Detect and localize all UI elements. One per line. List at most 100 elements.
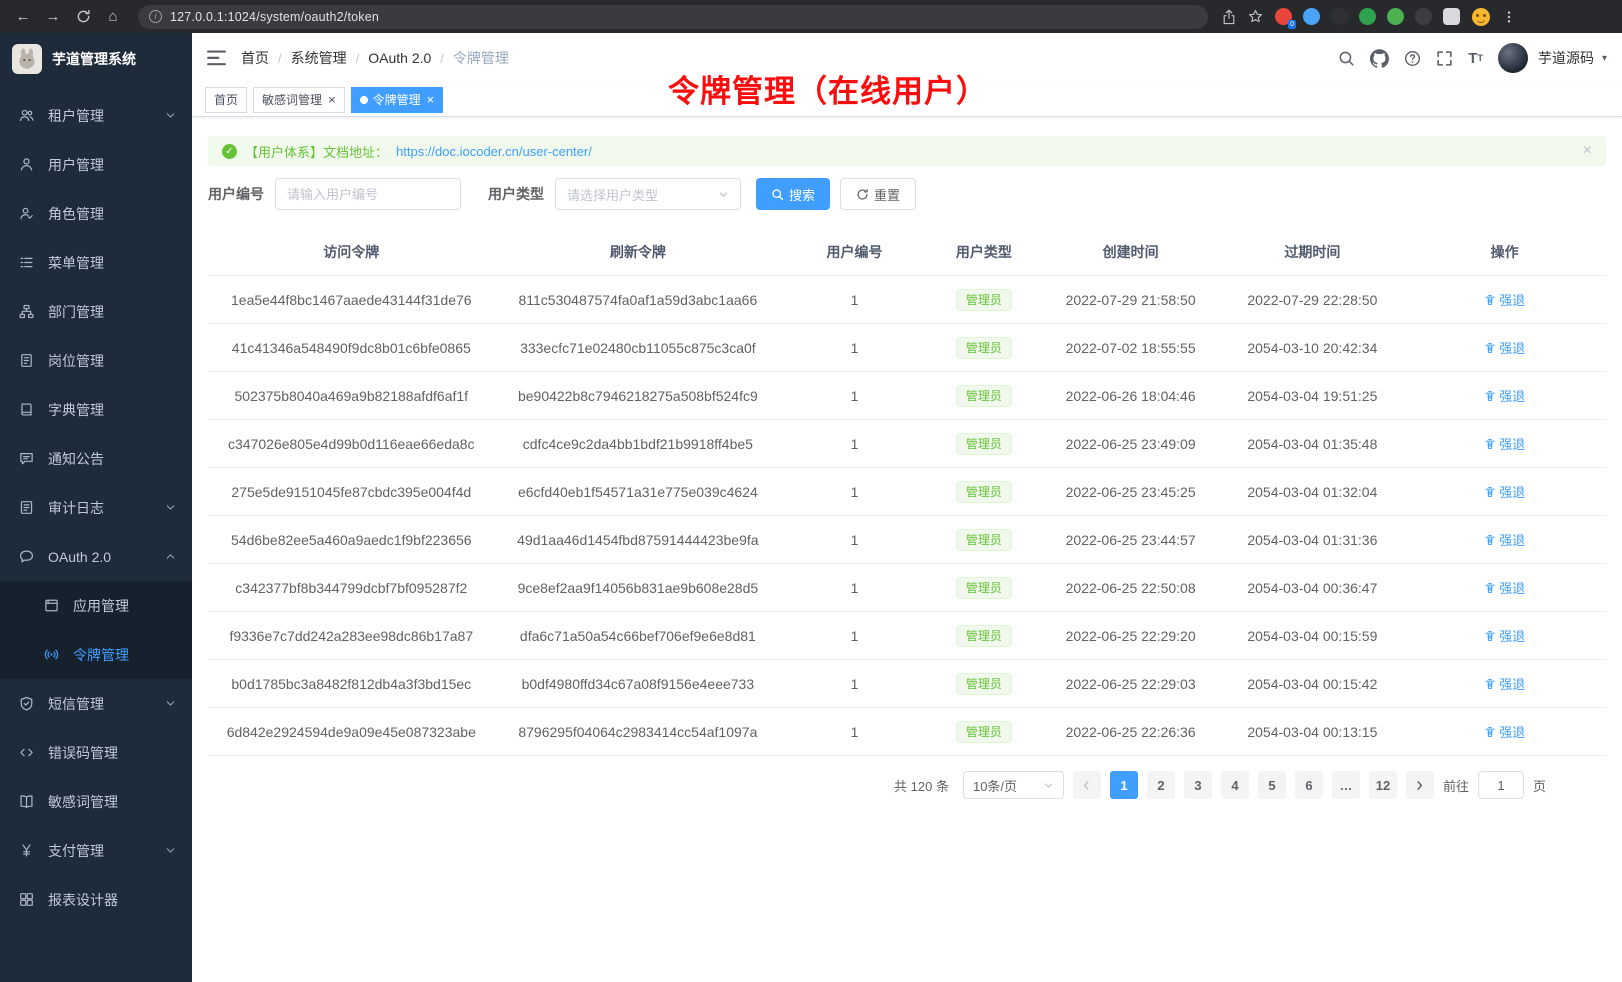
breadcrumb-item[interactable]: OAuth 2.0 <box>368 50 431 66</box>
user-type-select[interactable]: 请选择用户类型 <box>555 178 741 210</box>
extension-icon-paw[interactable] <box>1415 8 1432 25</box>
user-name[interactable]: 芋道源码 <box>1538 48 1594 68</box>
extension-icon-blue-drop[interactable] <box>1303 8 1320 25</box>
browser-extensions: 0 <box>1275 8 1460 25</box>
page-button-1[interactable]: 1 <box>1110 771 1138 799</box>
page-button-6[interactable]: 6 <box>1295 771 1323 799</box>
tab-close-icon[interactable]: × <box>328 93 336 106</box>
cell-user-id: 1 <box>781 532 928 548</box>
extension-icon-dark-circle[interactable] <box>1331 8 1348 25</box>
sidebar-item-notice[interactable]: 通知公告 <box>0 434 192 483</box>
notice-icon <box>19 451 35 467</box>
sidebar-item-pay[interactable]: 支付管理 <box>0 826 192 875</box>
search-icon[interactable] <box>1338 50 1355 67</box>
sidebar-toggle-icon[interactable] <box>207 50 226 66</box>
app-icon <box>44 598 60 614</box>
sidebar-item-tenant[interactable]: 租户管理 <box>0 91 192 140</box>
sidebar-item-label: 报表设计器 <box>48 890 176 910</box>
sidebar-item-audit-log[interactable]: 审计日志 <box>0 483 192 532</box>
reset-button[interactable]: 重置 <box>840 178 916 210</box>
help-icon[interactable] <box>1404 50 1421 67</box>
user-type-badge: 管理员 <box>956 625 1012 647</box>
sidebar-item-label: 角色管理 <box>48 204 176 224</box>
force-logout-button[interactable]: 强退 <box>1484 386 1525 405</box>
browser-profile-avatar[interactable] <box>1472 8 1490 26</box>
sidebar-item-menu[interactable]: 菜单管理 <box>0 238 192 287</box>
font-size-icon[interactable]: TT <box>1468 51 1483 66</box>
force-logout-button[interactable]: 强退 <box>1484 290 1525 309</box>
force-logout-button[interactable]: 强退 <box>1484 482 1525 501</box>
sidebar-item-sensitive-word[interactable]: 敏感词管理 <box>0 777 192 826</box>
cell-actions: 强退 <box>1403 578 1606 597</box>
tab-home[interactable]: 首页 <box>205 87 247 113</box>
chevron-down-icon <box>165 698 176 709</box>
force-logout-button[interactable]: 强退 <box>1484 722 1525 741</box>
extension-icon-panel[interactable] <box>1443 8 1460 25</box>
sidebar-item-role[interactable]: 角色管理 <box>0 189 192 238</box>
extension-icon-puzzle[interactable] <box>1387 8 1404 25</box>
page-button-12[interactable]: 12 <box>1369 771 1397 799</box>
sidebar-item-dept[interactable]: 部门管理 <box>0 287 192 336</box>
force-logout-button[interactable]: 强退 <box>1484 530 1525 549</box>
alert-close-icon[interactable]: × <box>1583 143 1592 159</box>
user-id-input[interactable] <box>275 178 461 210</box>
sidebar-item-label: 敏感词管理 <box>48 792 176 812</box>
bookmark-star-icon[interactable] <box>1248 9 1263 24</box>
user-type-badge: 管理员 <box>956 433 1012 455</box>
table-row: 502375b8040a469a9b82188afdf6af1fbe90422b… <box>208 372 1606 420</box>
sidebar-item-user[interactable]: 用户管理 <box>0 140 192 189</box>
browser-refresh-icon[interactable] <box>70 4 96 30</box>
cell-access-token: b0d1785bc3a8482f812db4a3f3bd15ec <box>208 676 495 692</box>
chevron-down-icon[interactable]: ▾ <box>1602 53 1607 64</box>
page-button-4[interactable]: 4 <box>1221 771 1249 799</box>
share-icon[interactable] <box>1222 9 1236 25</box>
browser-back-icon[interactable]: ← <box>10 4 36 30</box>
sidebar-item-dict[interactable]: 字典管理 <box>0 385 192 434</box>
user-avatar[interactable] <box>1498 43 1528 73</box>
page-button-3[interactable]: 3 <box>1184 771 1212 799</box>
page-size-select[interactable]: 10条/页 <box>963 771 1064 799</box>
cell-actions: 强退 <box>1403 674 1606 693</box>
sidebar-item-report-designer[interactable]: 报表设计器 <box>0 875 192 924</box>
sidebar-item-post[interactable]: 岗位管理 <box>0 336 192 385</box>
force-logout-button[interactable]: 强退 <box>1484 578 1525 597</box>
force-logout-button[interactable]: 强退 <box>1484 434 1525 453</box>
extension-icon-red[interactable]: 0 <box>1275 8 1292 25</box>
search-button[interactable]: 搜索 <box>756 178 830 210</box>
goto-page-input[interactable] <box>1478 771 1524 799</box>
tab-oauth2-token[interactable]: 令牌管理× <box>351 87 444 113</box>
browser-home-icon[interactable]: ⌂ <box>100 4 126 30</box>
sidebar-item-sms[interactable]: 短信管理 <box>0 679 192 728</box>
fullscreen-icon[interactable] <box>1436 50 1453 67</box>
cell-refresh-token: dfa6c71a50a54c66bef706ef9e6e8d81 <box>495 628 782 644</box>
sidebar-item-oauth2-token[interactable]: 令牌管理 <box>0 630 192 679</box>
browser-menu-icon[interactable] <box>1502 10 1516 24</box>
cell-user-id: 1 <box>781 388 928 404</box>
sidebar-item-error-code[interactable]: 错误码管理 <box>0 728 192 777</box>
next-page-button[interactable] <box>1406 771 1434 799</box>
force-logout-button[interactable]: 强退 <box>1484 338 1525 357</box>
cell-user-id: 1 <box>781 676 928 692</box>
force-logout-button[interactable]: 强退 <box>1484 674 1525 693</box>
prev-page-button[interactable] <box>1073 771 1101 799</box>
page-button-5[interactable]: 5 <box>1258 771 1286 799</box>
sidebar-item-oauth2-app[interactable]: 应用管理 <box>0 581 192 630</box>
sidebar-item-oauth2[interactable]: OAuth 2.0 <box>0 532 192 581</box>
tab-sensitive-word[interactable]: 敏感词管理× <box>253 87 345 113</box>
extension-icon-green-circle[interactable] <box>1359 8 1376 25</box>
cell-created-time: 2022-06-25 22:50:08 <box>1040 580 1222 596</box>
sidebar-item-label: 错误码管理 <box>48 743 176 763</box>
site-info-icon[interactable]: i <box>149 10 162 23</box>
cell-expire-time: 2054-03-04 00:13:15 <box>1222 724 1404 740</box>
breadcrumb-item[interactable]: 系统管理 <box>291 48 347 68</box>
breadcrumb-item[interactable]: 首页 <box>241 48 269 68</box>
browser-address-bar[interactable]: i 127.0.0.1:1024/system/oauth2/token <box>138 5 1208 29</box>
tab-close-icon[interactable]: × <box>427 93 435 106</box>
force-logout-button[interactable]: 强退 <box>1484 626 1525 645</box>
browser-forward-icon[interactable]: → <box>40 4 66 30</box>
breadcrumb-separator: / <box>356 51 360 66</box>
page-button-2[interactable]: 2 <box>1147 771 1175 799</box>
alert-doc-link[interactable]: https://doc.iocoder.cn/user-center/ <box>396 144 592 159</box>
more-pages-button[interactable]: … <box>1332 771 1360 799</box>
github-icon[interactable] <box>1370 49 1389 68</box>
